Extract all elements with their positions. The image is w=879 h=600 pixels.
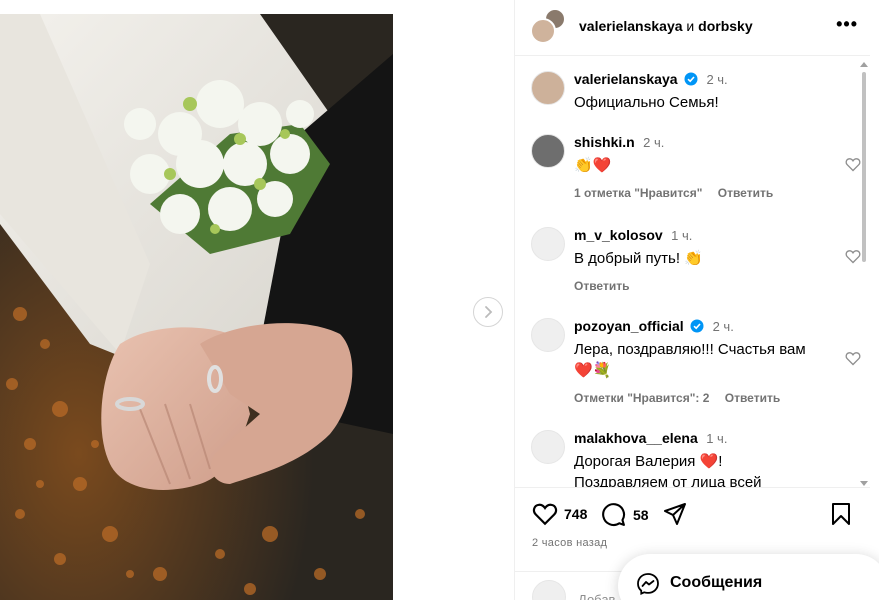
- comment-text: 👏❤️: [574, 157, 612, 174]
- like-comment-heart-icon[interactable]: [845, 249, 861, 264]
- comment-text: Поздравляем от лица всей: [574, 474, 762, 487]
- owner-conjunction: и: [686, 18, 695, 34]
- comment-text: Лера, поздравляю!!! Счастья вам❤️💐: [574, 341, 806, 379]
- verified-badge-icon: [684, 72, 698, 86]
- comment-time: 2 ч.: [706, 72, 728, 87]
- scroll-up-icon[interactable]: [860, 62, 868, 67]
- like-comment-heart-icon[interactable]: [845, 157, 861, 172]
- scroll-down-icon[interactable]: [860, 481, 868, 486]
- messages-label: Сообщения: [670, 574, 763, 591]
- share-button[interactable]: [663, 502, 687, 526]
- wedding-hands-image: [0, 14, 393, 600]
- like-count[interactable]: 748: [564, 506, 587, 522]
- comment-text: Дорогая Валерия ❤️!: [574, 453, 723, 470]
- comment-bubble-icon: [602, 503, 626, 526]
- post-timestamp[interactable]: 2 часов назад: [532, 537, 607, 549]
- post-details-panel: valerielanskaya и dorbsky ••• valerielan…: [514, 0, 879, 600]
- comment-button[interactable]: 58: [601, 502, 649, 527]
- comment-username[interactable]: malakhova__elena: [574, 430, 698, 446]
- send-icon: [664, 503, 686, 525]
- comment-count[interactable]: 58: [633, 507, 649, 523]
- owner-avatars[interactable]: [530, 8, 568, 46]
- avatar: [532, 580, 566, 600]
- reply-button[interactable]: Ответить: [718, 186, 773, 200]
- avatar[interactable]: [531, 134, 565, 168]
- scrollbar-thumb[interactable]: [862, 72, 866, 262]
- like-comment-heart-icon[interactable]: [845, 351, 861, 366]
- comment-time: 2 ч.: [712, 319, 734, 334]
- comment-time: 1 ч.: [706, 431, 728, 446]
- owner-username[interactable]: dorbsky: [698, 18, 752, 34]
- avatar[interactable]: [531, 227, 565, 261]
- bookmark-icon: [832, 503, 850, 525]
- comment-username[interactable]: pozoyan_official: [574, 318, 684, 334]
- avatar[interactable]: [531, 430, 565, 464]
- like-button[interactable]: 748: [532, 502, 587, 526]
- comment-time: 2 ч.: [643, 135, 665, 150]
- reply-button[interactable]: Ответить: [574, 279, 629, 293]
- comments-list: valerielanskaya 2 ч. Официально Семья! s…: [515, 57, 870, 487]
- save-button[interactable]: [830, 502, 852, 526]
- comment-likes[interactable]: Отметки "Нравится": 2: [574, 391, 709, 405]
- messenger-icon: [637, 573, 659, 595]
- post-photo[interactable]: [0, 14, 393, 600]
- verified-badge-icon: [690, 319, 704, 333]
- chevron-right-icon: [485, 306, 493, 318]
- avatar[interactable]: [531, 318, 565, 352]
- post-header: valerielanskaya и dorbsky •••: [515, 0, 870, 56]
- comment-text: Официально Семья!: [574, 94, 719, 111]
- comments-scrollbar[interactable]: [860, 62, 868, 486]
- reply-button[interactable]: Ответить: [725, 391, 780, 405]
- next-photo-button[interactable]: [473, 297, 503, 327]
- comment-username[interactable]: valerielanskaya: [574, 71, 678, 87]
- more-options-icon[interactable]: •••: [836, 14, 858, 35]
- avatar[interactable]: [531, 71, 565, 105]
- messages-button[interactable]: Сообщения: [618, 554, 879, 600]
- post-owners: valerielanskaya и dorbsky: [579, 18, 753, 34]
- comment-likes[interactable]: 1 отметка "Нравится": [574, 186, 702, 200]
- owner-username[interactable]: valerielanskaya: [579, 18, 683, 34]
- comment-time: 1 ч.: [671, 228, 693, 243]
- add-comment-input[interactable]: Добав: [578, 592, 615, 600]
- avatar: [530, 18, 556, 44]
- heart-icon: [532, 503, 558, 526]
- comment-username[interactable]: shishki.n: [574, 134, 635, 150]
- comment-username[interactable]: m_v_kolosov: [574, 227, 663, 243]
- comment-text: В добрый путь! 👏: [574, 250, 703, 267]
